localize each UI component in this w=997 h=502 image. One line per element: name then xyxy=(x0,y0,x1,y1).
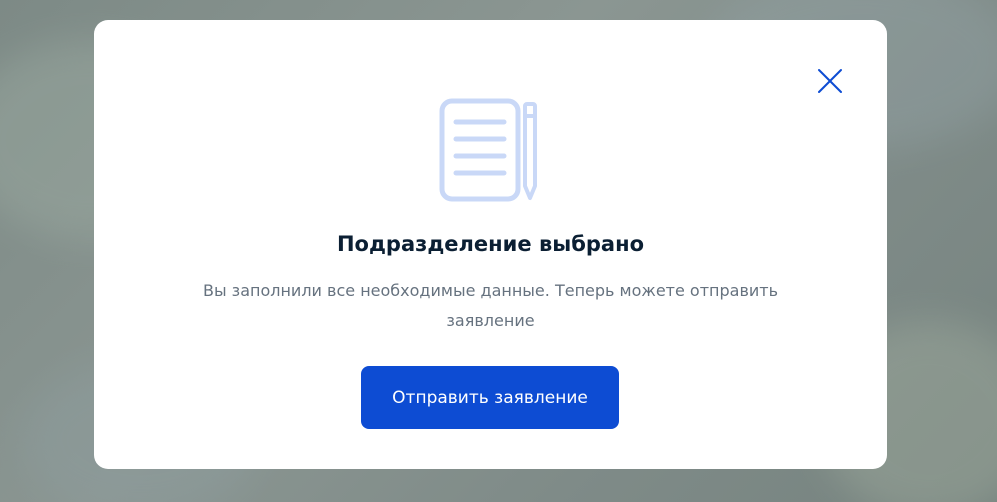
document-with-pencil-icon xyxy=(439,98,543,202)
close-icon xyxy=(818,69,842,93)
dialog-title: Подразделение выбрано xyxy=(336,232,645,256)
submit-application-button[interactable]: Отправить заявление xyxy=(361,366,619,429)
dialog-description: Вы заполнили все необходимые данные. Теп… xyxy=(202,281,779,330)
confirmation-dialog: Подразделение выбрано Вы заполнили все н… xyxy=(94,20,887,469)
close-button[interactable] xyxy=(814,65,846,97)
